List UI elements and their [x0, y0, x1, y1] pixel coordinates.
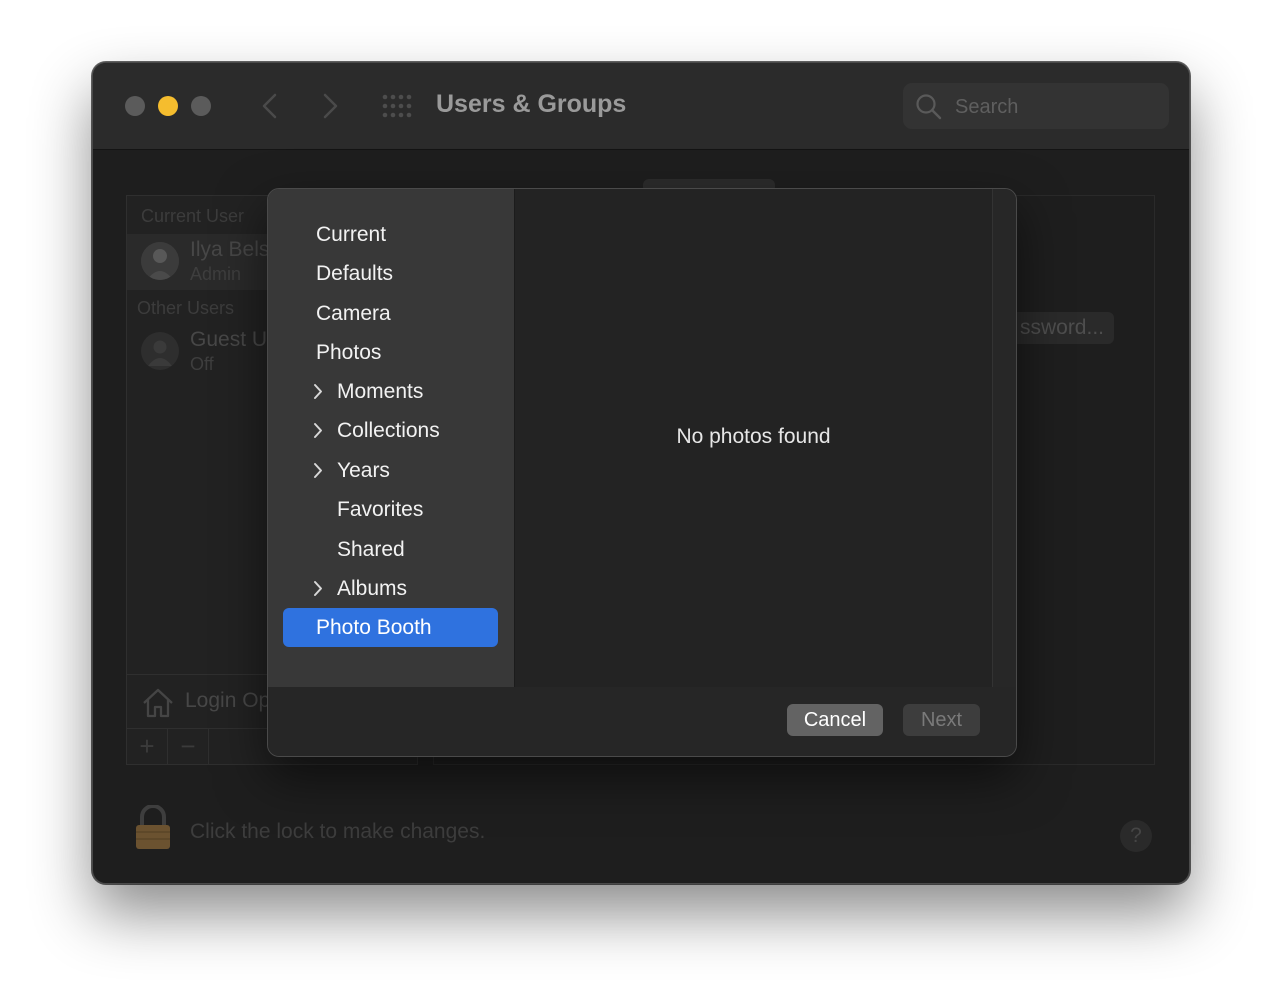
lock-icon[interactable]	[133, 805, 173, 851]
close-window-button[interactable]	[125, 96, 145, 116]
source-item-years[interactable]: Years	[337, 451, 390, 490]
current-user-role: Admin	[190, 264, 242, 284]
lock-hint-text: Click the lock to make changes.	[190, 820, 486, 843]
remove-user-button[interactable]: −	[168, 729, 209, 765]
title-bar: Users & Groups	[93, 63, 1189, 150]
search-icon	[916, 94, 942, 120]
current-user-name: Ilya Bels	[190, 238, 270, 261]
chevron-right-icon[interactable]	[312, 569, 324, 608]
empty-state-message: No photos found	[676, 425, 831, 448]
source-item-favorites[interactable]: Favorites	[337, 490, 423, 529]
search-input[interactable]	[953, 93, 1157, 121]
source-item-camera[interactable]: Camera	[316, 294, 391, 333]
source-item-albums[interactable]: Albums	[337, 569, 407, 608]
guest-user-status: Off	[190, 354, 214, 374]
forward-chevron-icon[interactable]	[315, 89, 345, 123]
cancel-button[interactable]: Cancel	[787, 704, 883, 736]
screen: Users & Groups Current User	[0, 0, 1280, 1004]
photo-grid-area: No photos found	[515, 189, 992, 687]
user-avatar	[141, 242, 179, 280]
guest-avatar	[141, 332, 179, 370]
current-user-heading: Current User	[141, 206, 245, 226]
add-user-button[interactable]: +	[127, 729, 168, 765]
other-users-heading: Other Users	[137, 298, 235, 318]
picture-source-list: Current Defaults Camera Photos Moments C…	[268, 189, 515, 687]
house-icon	[143, 688, 173, 718]
next-button[interactable]: Next	[903, 704, 980, 736]
source-item-photos[interactable]: Photos	[316, 333, 381, 372]
window-title: Users & Groups	[436, 90, 627, 118]
search-field[interactable]	[903, 83, 1169, 129]
dialog-button-bar: Cancel Next	[268, 687, 1016, 756]
chevron-right-icon[interactable]	[312, 411, 324, 450]
chevron-right-icon[interactable]	[312, 451, 324, 490]
show-all-grid-icon[interactable]	[381, 93, 413, 119]
person-photo-icon	[141, 242, 179, 280]
chevron-right-icon[interactable]	[312, 372, 324, 411]
help-button[interactable]: ?	[1120, 820, 1152, 852]
source-item-photo-booth[interactable]: Photo Booth	[283, 608, 498, 647]
source-item-collections[interactable]: Collections	[337, 411, 440, 450]
change-password-button[interactable]: ssword...	[1004, 312, 1114, 344]
source-item-moments[interactable]: Moments	[337, 372, 423, 411]
zoom-window-button[interactable]	[191, 96, 211, 116]
minimize-window-button[interactable]	[158, 96, 178, 116]
guest-person-icon	[148, 340, 172, 366]
source-item-label: Photo Booth	[316, 616, 432, 639]
source-item-defaults[interactable]: Defaults	[316, 254, 393, 293]
source-item-current[interactable]: Current	[316, 215, 386, 254]
source-item-shared[interactable]: Shared	[337, 530, 405, 569]
back-chevron-icon[interactable]	[255, 89, 285, 123]
login-options-label: Login Op	[185, 689, 271, 712]
vertical-scrollbar[interactable]	[992, 189, 1016, 687]
guest-user-name: Guest U	[190, 328, 268, 351]
picture-picker-dialog: Current Defaults Camera Photos Moments C…	[267, 188, 1017, 757]
